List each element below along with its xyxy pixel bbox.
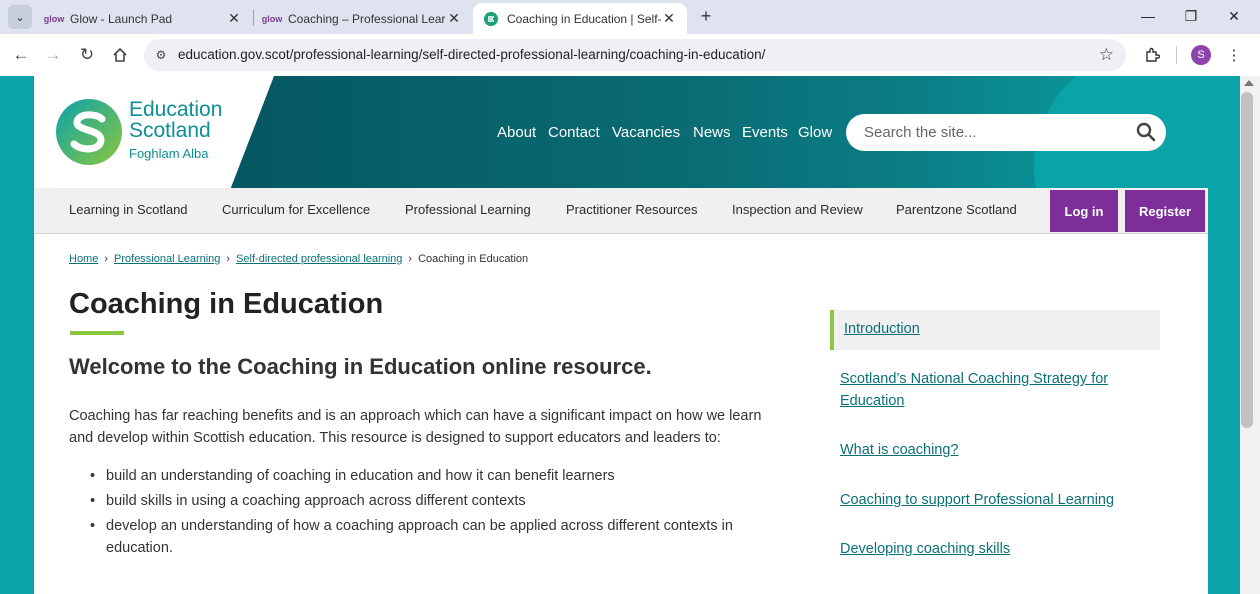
- search-icon[interactable]: [1136, 122, 1156, 142]
- reload-icon[interactable]: ↻: [75, 43, 99, 67]
- breadcrumb-chevron-icon: ›: [104, 253, 109, 265]
- nav-inspection-and-review[interactable]: Inspection and Review: [732, 202, 863, 217]
- tab-title: Coaching in Education | Self-dir: [507, 11, 661, 26]
- breadcrumb-self-directed[interactable]: Self-directed professional learning: [236, 253, 402, 265]
- profile-avatar[interactable]: S: [1191, 45, 1211, 65]
- page-title: Coaching in Education: [69, 288, 384, 320]
- side-nav-label[interactable]: Introduction: [844, 321, 920, 337]
- top-link-vacancies[interactable]: Vacancies: [612, 124, 680, 141]
- glow-favicon-icon: glow: [261, 13, 283, 24]
- close-tab-icon[interactable]: ✕: [226, 10, 242, 27]
- list-item: build an understanding of coaching in ed…: [90, 465, 786, 487]
- site-search-box[interactable]: Search the site...: [846, 114, 1166, 151]
- bookmark-star-icon[interactable]: ☆: [1099, 45, 1114, 65]
- title-underline: [70, 331, 124, 335]
- top-link-about[interactable]: About: [497, 124, 536, 141]
- side-nav-item-introduction[interactable]: Introduction: [830, 310, 1160, 350]
- nav-professional-learning[interactable]: Professional Learning: [405, 202, 531, 217]
- logo-text-gaelic: Foghlam Alba: [129, 146, 209, 161]
- tab-title: Coaching – Professional Learnin: [288, 11, 446, 26]
- register-button[interactable]: Register: [1125, 190, 1205, 232]
- new-tab-button[interactable]: +: [694, 3, 718, 29]
- intro-paragraph: Coaching has far reaching benefits and i…: [69, 408, 762, 446]
- page-viewport: Education Scotland Foghlam Alba About Co…: [0, 76, 1240, 594]
- education-scotland-favicon-icon: [483, 11, 499, 26]
- scrollbar-thumb[interactable]: [1241, 92, 1253, 428]
- back-arrow-icon[interactable]: ←: [9, 43, 33, 67]
- top-link-contact[interactable]: Contact: [548, 124, 600, 141]
- top-link-news[interactable]: News: [693, 124, 731, 141]
- logo-text-scotland: Scotland: [129, 119, 211, 142]
- nav-practitioner-resources[interactable]: Practitioner Resources: [566, 202, 698, 217]
- top-link-events[interactable]: Events: [742, 124, 788, 141]
- tab-coaching-professional-learning[interactable]: glow Coaching – Professional Learnin ✕: [254, 3, 472, 34]
- site-search-placeholder[interactable]: Search the site...: [864, 124, 977, 141]
- breadcrumb-current: Coaching in Education: [418, 253, 529, 265]
- address-bar[interactable]: ⚙ education.gov.scot/professional-learni…: [144, 39, 1126, 71]
- tab-strip: ⌄ glow Glow - Launch Pad ✕ glow Coaching…: [0, 0, 1260, 34]
- list-item: build skills in using a coaching approac…: [90, 490, 786, 512]
- list-item: develop an understanding of how a coachi…: [90, 515, 786, 559]
- tab-search-button[interactable]: ⌄: [8, 5, 32, 29]
- site-container: Education Scotland Foghlam Alba About Co…: [34, 76, 1208, 594]
- nav-parentzone-scotland[interactable]: Parentzone Scotland: [896, 202, 1017, 217]
- restore-icon[interactable]: ❐: [1169, 0, 1213, 32]
- close-window-icon[interactable]: ✕: [1212, 0, 1256, 32]
- breadcrumb-home[interactable]: Home: [69, 253, 98, 265]
- nav-learning-in-scotland[interactable]: Learning in Scotland: [69, 202, 188, 217]
- education-scotland-logo-icon[interactable]: [56, 99, 122, 165]
- tab-title: Glow - Launch Pad: [70, 11, 173, 26]
- tab-coaching-in-education[interactable]: Coaching in Education | Self-dir ✕: [473, 3, 687, 34]
- tab-glow-launch-pad[interactable]: glow Glow - Launch Pad ✕: [36, 3, 252, 34]
- side-nav-item-coaching-professional-learning[interactable]: Coaching to support Professional Learnin…: [840, 489, 1140, 511]
- forward-arrow-icon[interactable]: →: [41, 43, 65, 67]
- kebab-menu-icon[interactable]: ⋮: [1222, 43, 1246, 67]
- extensions-icon[interactable]: [1140, 43, 1164, 67]
- login-button[interactable]: Log in: [1050, 190, 1118, 232]
- glow-favicon-icon: glow: [43, 13, 65, 24]
- breadcrumb-professional-learning[interactable]: Professional Learning: [114, 253, 220, 265]
- logo-text-education: Education: [129, 98, 223, 121]
- site-settings-icon[interactable]: ⚙: [152, 46, 170, 64]
- breadcrumb: Home › Professional Learning › Self-directed…: [69, 253, 528, 265]
- side-nav-item-what-is-coaching[interactable]: What is coaching?: [840, 439, 1140, 461]
- main-navigation: Learning in Scotland Curriculum for Exce…: [34, 188, 1208, 234]
- page-subtitle: Welcome to the Coaching in Education onl…: [69, 354, 652, 379]
- breadcrumb-chevron-icon: ›: [408, 253, 413, 265]
- site-header: Education Scotland Foghlam Alba About Co…: [34, 76, 1208, 188]
- home-icon[interactable]: [108, 43, 132, 67]
- url-text[interactable]: education.gov.scot/professional-learning…: [178, 47, 765, 62]
- scroll-up-arrow-icon[interactable]: [1244, 80, 1254, 86]
- minimize-icon[interactable]: —: [1126, 0, 1170, 32]
- side-nav-item-national-strategy[interactable]: Scotland’s National Coaching Strategy fo…: [840, 368, 1140, 412]
- side-nav-item-developing-skills[interactable]: Developing coaching skills: [840, 538, 1140, 560]
- top-link-glow[interactable]: Glow: [798, 124, 832, 141]
- nav-curriculum-for-excellence[interactable]: Curriculum for Excellence: [222, 202, 370, 217]
- toolbar-divider: [1176, 46, 1177, 64]
- close-tab-icon[interactable]: ✕: [661, 10, 677, 27]
- benefits-list: build an understanding of coaching in ed…: [90, 465, 786, 562]
- close-tab-icon[interactable]: ✕: [446, 10, 462, 27]
- breadcrumb-chevron-icon: ›: [226, 253, 231, 265]
- browser-toolbar: ← → ↻ ⚙ education.gov.scot/professional-…: [0, 34, 1260, 76]
